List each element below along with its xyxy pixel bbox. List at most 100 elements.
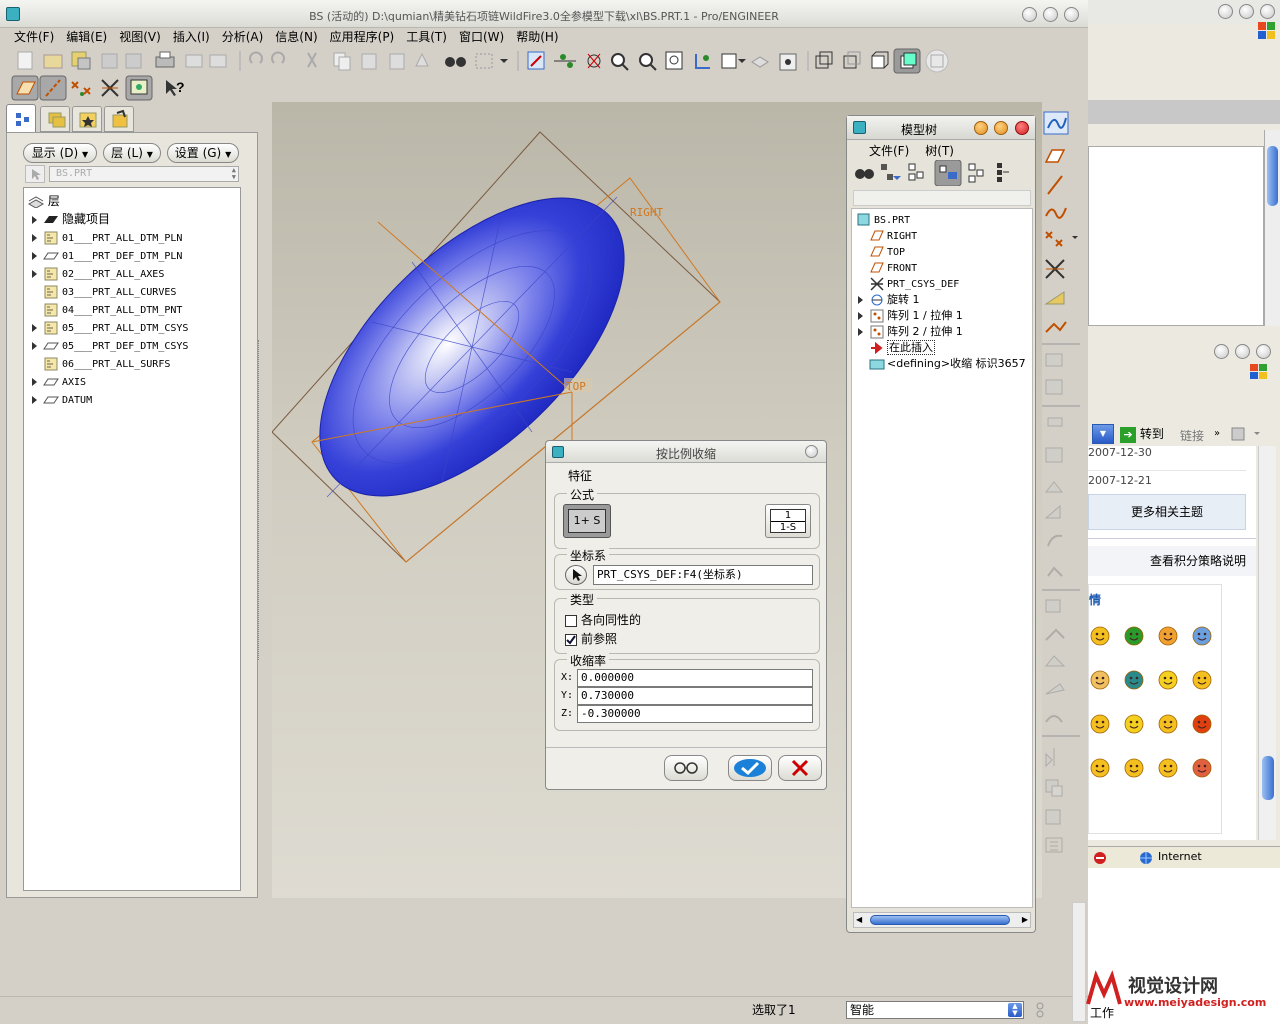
ribbon-emoticon-icon[interactable]	[1123, 669, 1145, 691]
x-rate-field[interactable]: 0.000000	[577, 669, 813, 687]
mt-close-button[interactable]	[1015, 121, 1029, 135]
paste-special-icon[interactable]	[389, 53, 405, 70]
zoom-out-icon[interactable]	[639, 53, 657, 71]
tab-favorites[interactable]	[72, 106, 102, 132]
selection-filter[interactable]: 智能 ▲ ▼	[846, 1001, 1024, 1019]
view-manager-icon[interactable]	[779, 53, 797, 71]
save-icon[interactable]	[101, 53, 118, 69]
handshake-emoticon-icon[interactable]	[1089, 669, 1111, 691]
wink-emoticon-icon[interactable]	[1123, 757, 1145, 779]
expand-arrow-icon[interactable]	[32, 395, 37, 404]
rib-tool-icon[interactable]	[1044, 481, 1064, 493]
open-layers-icon[interactable]	[71, 51, 91, 70]
datum-csys-icon[interactable]	[1045, 259, 1065, 279]
shading-icon[interactable]	[893, 48, 921, 74]
menu-view[interactable]: 视图(V)	[119, 28, 161, 46]
shy-emoticon-icon[interactable]	[1089, 757, 1111, 779]
csys-field[interactable]: PRT_CSYS_DEF:F4(坐标系)	[593, 565, 813, 585]
model-tree-item[interactable]: TOP	[852, 243, 1032, 259]
analysis-feature-icon[interactable]	[1044, 291, 1065, 305]
select-arrow-button[interactable]	[25, 165, 45, 183]
layer-item[interactable]: 05___PRT_DEF_DTM_CSYS	[24, 336, 240, 354]
expand-arrow-icon[interactable]	[858, 327, 863, 336]
tree-show-icon[interactable]	[997, 163, 1009, 182]
menu-edit[interactable]: 编辑(E)	[66, 28, 107, 46]
isotropic-checkbox[interactable]	[565, 614, 577, 627]
model-tree-item[interactable]: RIGHT	[852, 227, 1032, 243]
wireframe-icon[interactable]	[815, 51, 833, 69]
menu-tools[interactable]: 工具(T)	[406, 28, 447, 46]
smile-emoticon-icon[interactable]	[1157, 669, 1179, 691]
tree-layout-active-icon[interactable]	[934, 159, 962, 187]
points-link-box[interactable]: 查看积分策略说明	[1088, 546, 1256, 576]
bg-vscroll-top[interactable]	[1264, 130, 1280, 326]
datum-point-icon[interactable]	[554, 54, 576, 68]
layer-item[interactable]: 06___PRT_ALL_SURFS	[24, 354, 240, 372]
copy-icon[interactable]	[333, 52, 351, 71]
dropdown-arrow-icon[interactable]: ▲ ▼	[1008, 1003, 1022, 1017]
layer-item[interactable]: 05___PRT_ALL_DTM_CSYS	[24, 318, 240, 336]
datum-point-icon[interactable]	[1045, 231, 1078, 247]
open-folder-icon[interactable]	[43, 54, 63, 69]
model-tree-hscroll[interactable]: ◀ ▶	[853, 912, 1031, 928]
tab-connections[interactable]	[104, 106, 134, 132]
tab-model-tree[interactable]	[6, 104, 36, 132]
menu-analysis[interactable]: 分析(A)	[222, 28, 264, 46]
expand-arrow-icon[interactable]	[32, 323, 37, 332]
bg2-minimize-button[interactable]	[1214, 344, 1229, 359]
reference-feature-icon[interactable]	[1045, 321, 1067, 333]
expand-arrow-icon[interactable]	[32, 233, 37, 242]
datum-curve-icon[interactable]	[1045, 207, 1067, 219]
formula-one-plus-s-button[interactable]: 1+ S	[563, 504, 611, 538]
mt-minimize-button[interactable]	[974, 121, 988, 135]
layer-item[interactable]: 04___PRT_ALL_DTM_PNT	[24, 300, 240, 318]
isotropic-option[interactable]: 各向同性的	[565, 611, 641, 628]
warp-tool-icon[interactable]	[1044, 655, 1066, 667]
variable-sweep-icon[interactable]	[1045, 599, 1061, 613]
expand-arrow-icon[interactable]	[32, 269, 37, 278]
bg2-maximize-button[interactable]	[1235, 344, 1250, 359]
address-dropdown-arrow[interactable]: ▼	[1092, 424, 1114, 444]
dialog-close-button[interactable]	[805, 445, 818, 458]
maximize-button[interactable]	[1043, 7, 1058, 22]
whats-this-icon[interactable]: ?	[166, 79, 185, 96]
forward-ref-option[interactable]: 前参照	[565, 630, 617, 647]
blend-tool-icon[interactable]	[1045, 628, 1065, 641]
save-copy-icon[interactable]	[125, 53, 142, 69]
thinking-emoticon-icon[interactable]	[1089, 713, 1111, 735]
expand-arrow-icon[interactable]	[32, 215, 37, 224]
tree-filter-icon[interactable]	[881, 164, 901, 180]
scroll-left-icon[interactable]: ◀	[856, 915, 862, 924]
z-rate-field[interactable]: -0.300000	[577, 705, 813, 723]
model-selector[interactable]: BS.PRT ▲ ▼	[49, 166, 239, 182]
cancel-button[interactable]	[778, 755, 822, 781]
bg-close-button[interactable]	[1260, 4, 1275, 19]
model-tree-item[interactable]: PRT_CSYS_DEF	[852, 275, 1032, 291]
reorient-icon[interactable]	[695, 54, 710, 69]
round-tool-icon[interactable]	[1047, 534, 1063, 547]
model-tree-item[interactable]: BS.PRT	[852, 211, 1032, 227]
goto-button[interactable]: ➔ 转到	[1120, 424, 1164, 444]
ok-button[interactable]	[728, 755, 772, 781]
hscroll-thumb[interactable]	[870, 915, 1010, 925]
print-icon[interactable]	[155, 51, 175, 68]
menu-file[interactable]: 文件(F)	[14, 28, 54, 46]
close-button[interactable]	[1064, 7, 1079, 22]
layer-item[interactable]: 01___PRT_ALL_DTM_PLN	[24, 228, 240, 246]
spin-center-icon[interactable]	[587, 53, 601, 69]
expand-arrow-icon[interactable]	[858, 311, 863, 320]
freeform-tool-icon[interactable]	[1045, 715, 1063, 723]
tree-settings-icon[interactable]	[968, 163, 984, 183]
more-topics-box[interactable]: 更多相关主题	[1088, 494, 1246, 530]
forward-ref-checkbox[interactable]	[565, 633, 577, 646]
model-display-icon[interactable]	[925, 49, 949, 73]
annotation-toggle-icon[interactable]	[125, 75, 153, 101]
mirror-tool-icon[interactable]	[1045, 748, 1055, 768]
layer-dropdown[interactable]: 层 (L) ▼	[103, 143, 161, 163]
panel-splitter[interactable]	[258, 340, 264, 660]
layer-item[interactable]: 03___PRT_ALL_CURVES	[24, 282, 240, 300]
expand-arrow-icon[interactable]	[32, 341, 37, 350]
model-tree-item[interactable]: 阵列 1 / 拉伸 1	[852, 307, 1032, 323]
menu-help[interactable]: 帮助(H)	[516, 28, 558, 46]
cut-icon[interactable]	[307, 52, 317, 68]
